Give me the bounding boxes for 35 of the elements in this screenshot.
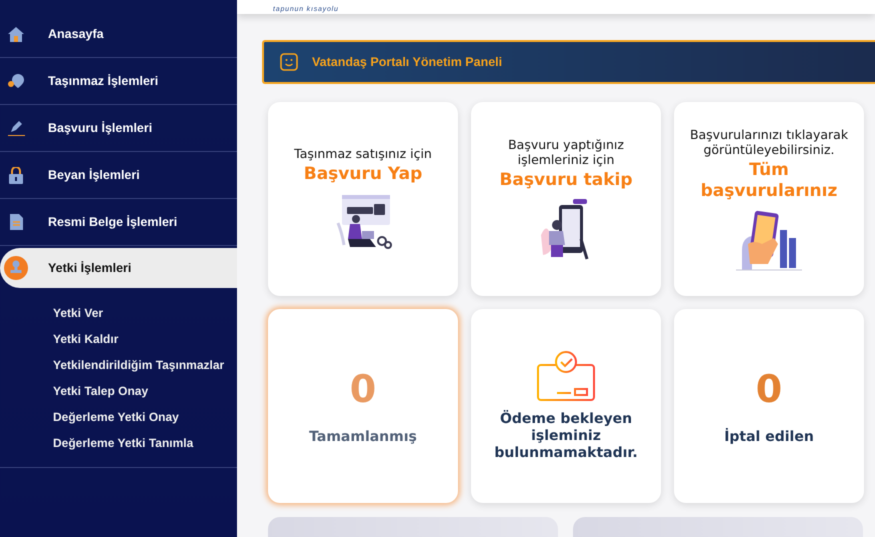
- submenu-item[interactable]: Yetki Kaldır: [53, 332, 237, 346]
- stamp-icon: [4, 256, 28, 280]
- card-check-icon: [537, 350, 595, 400]
- dashboard-tile[interactable]: Taşınmaz satışınız için Başvuru Yap: [268, 102, 458, 296]
- submenu-item[interactable]: Değerleme Yetki Tanımla: [53, 436, 237, 450]
- submenu-item[interactable]: Yetki Ver: [53, 306, 237, 320]
- tile-title: Tüm başvurularınız: [700, 160, 838, 202]
- tile-description: Taşınmaz satışınız için: [294, 146, 432, 160]
- hand-phone-drawing: [734, 210, 804, 272]
- smiley-icon: [280, 53, 298, 71]
- tile-title: Başvuru Yap: [304, 164, 422, 184]
- submenu-item[interactable]: Değerleme Yetki Onay: [53, 410, 237, 424]
- submenu-item[interactable]: Yetkilendirildiğim Taşınmazlar: [53, 358, 237, 372]
- banner-title: Vatandaş Portalı Yönetim Paneli: [312, 55, 502, 69]
- pen-icon: [8, 120, 24, 136]
- dashboard-tile[interactable]: 0 Tamamlanmış: [268, 309, 458, 503]
- submenu-item[interactable]: Yetki Talep Onay: [53, 384, 237, 398]
- map-pin-icon: [7, 73, 25, 89]
- sidebar-item[interactable]: Yetki İşlemleri: [0, 248, 237, 288]
- tile-message: Ödeme bekleyen işleminiz bulunmamaktadır.: [493, 410, 639, 462]
- dashboard-tile[interactable]: Başvuru yaptığınız işlemleriniz için Başvuru takip: [471, 102, 661, 296]
- tile-description: Başvurularınızı tıklayarak görüntüleyebilirsiniz.: [688, 126, 850, 156]
- count-value: 0: [350, 367, 376, 411]
- dashboard-tile[interactable]: Başvurularınızı tıklayarak görüntüleyebilirsiniz. Tüm başvurularınız: [674, 102, 864, 296]
- lock-icon: [9, 166, 23, 184]
- document-icon: [10, 214, 22, 230]
- count-label: Tamamlanmış: [309, 429, 417, 445]
- count-label: İptal edilen: [724, 429, 814, 445]
- tile-title: Başvuru takip: [499, 170, 633, 191]
- count-value: 0: [756, 367, 782, 411]
- dashboard-tile[interactable]: 0 İptal edilen: [674, 309, 864, 503]
- dashboard-tile[interactable]: Ödeme bekleyen işleminiz bulunmamaktadır.: [471, 309, 661, 503]
- tile-description: Başvuru yaptığınız işlemleriniz için: [507, 137, 625, 167]
- sidebar-item[interactable]: Resmi Belge İşlemleri: [0, 199, 237, 246]
- house-icon: [8, 26, 24, 42]
